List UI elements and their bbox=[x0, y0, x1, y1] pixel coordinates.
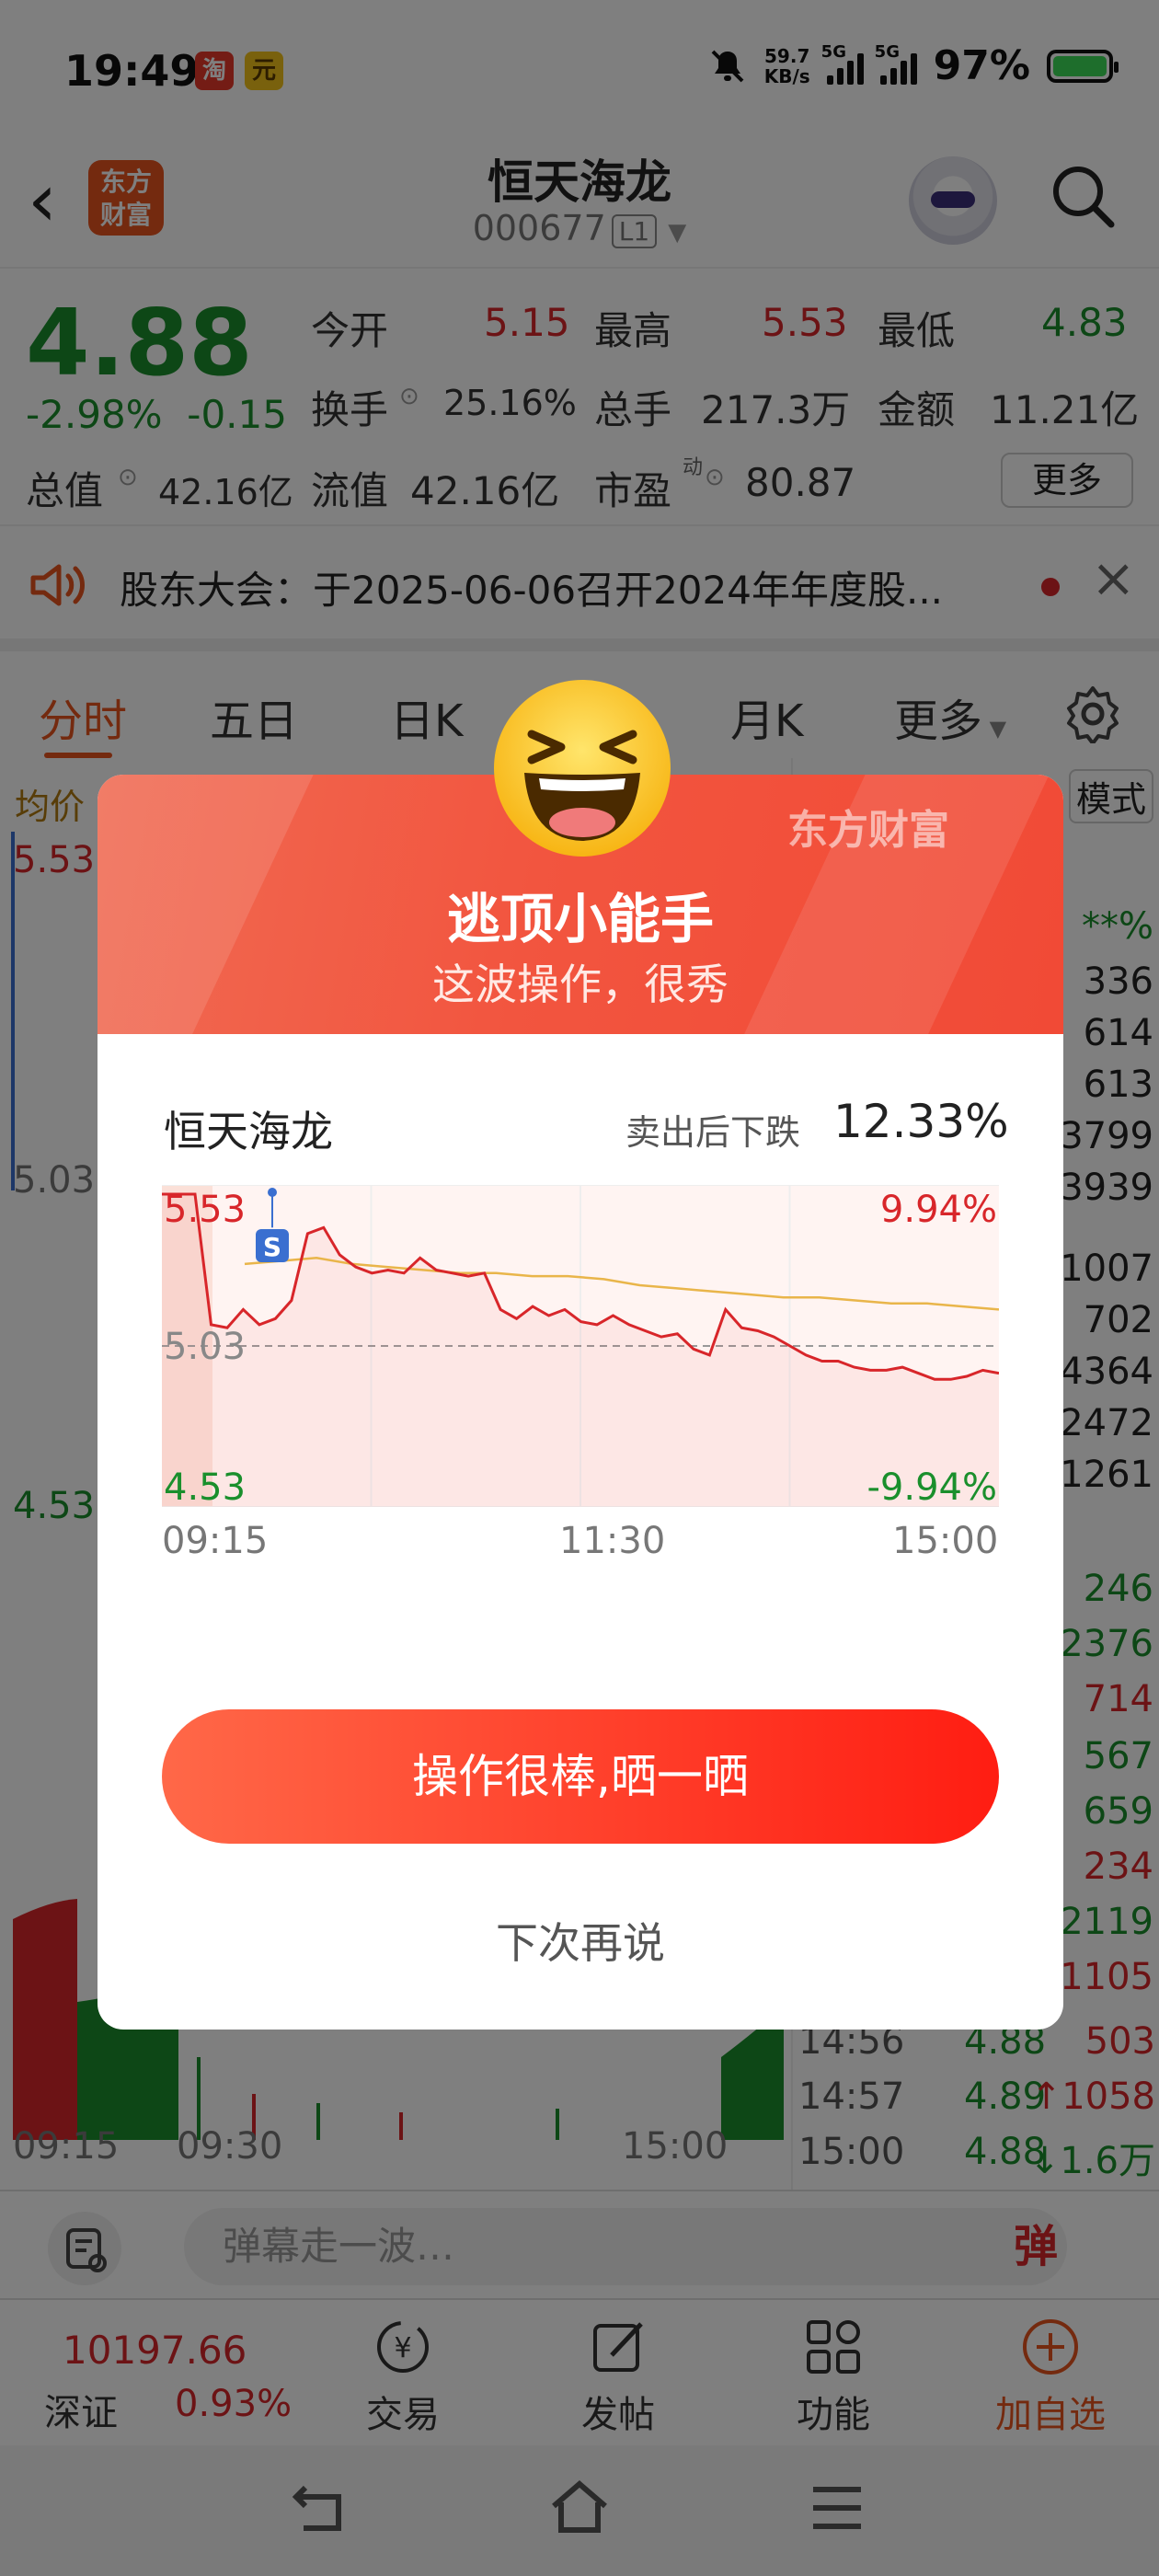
y-right-tick-top: 9.94% bbox=[880, 1189, 997, 1231]
modal-title: 逃顶小能手 bbox=[446, 888, 714, 950]
sell-marker-label: S bbox=[263, 1232, 281, 1262]
y-tick-mid: 5.03 bbox=[164, 1326, 246, 1368]
y-tick-top: 5.53 bbox=[164, 1189, 246, 1231]
dismiss-link[interactable]: 下次再说 bbox=[98, 1910, 1063, 1971]
share-button[interactable]: 操作很棒,晒一晒 bbox=[162, 1709, 999, 1844]
drop-after-sell-value: 12.33% bbox=[833, 1095, 1009, 1148]
x-tick-start: 09:15 bbox=[162, 1520, 269, 1562]
laughing-emoji-icon bbox=[494, 680, 671, 857]
y-right-tick-bottom: -9.94% bbox=[866, 1466, 997, 1507]
intraday-chart-svg: S 5.53 5.03 4.53 9.94% -9.94% bbox=[162, 1184, 1000, 1509]
x-tick-mid: 11:30 bbox=[559, 1520, 666, 1562]
modal-subtitle: 这波操作，很秀 bbox=[432, 960, 729, 1009]
intraday-chart: S 5.53 5.03 4.53 9.94% -9.94% bbox=[162, 1184, 1000, 1509]
brand-watermark: 东方财富 bbox=[787, 807, 949, 854]
sell-marker-dot bbox=[268, 1188, 277, 1197]
drop-after-sell-label: 卖出后下跌 bbox=[625, 1112, 801, 1153]
y-tick-bottom: 4.53 bbox=[164, 1466, 246, 1507]
x-tick-end: 15:00 bbox=[892, 1520, 999, 1562]
achievement-modal: 东方财富 逃顶小能手 这波操作，很秀 恒天海龙 卖出后下跌 12.33% S 5.… bbox=[98, 680, 1063, 2030]
modal-stock-name: 恒天海龙 bbox=[164, 1107, 333, 1156]
